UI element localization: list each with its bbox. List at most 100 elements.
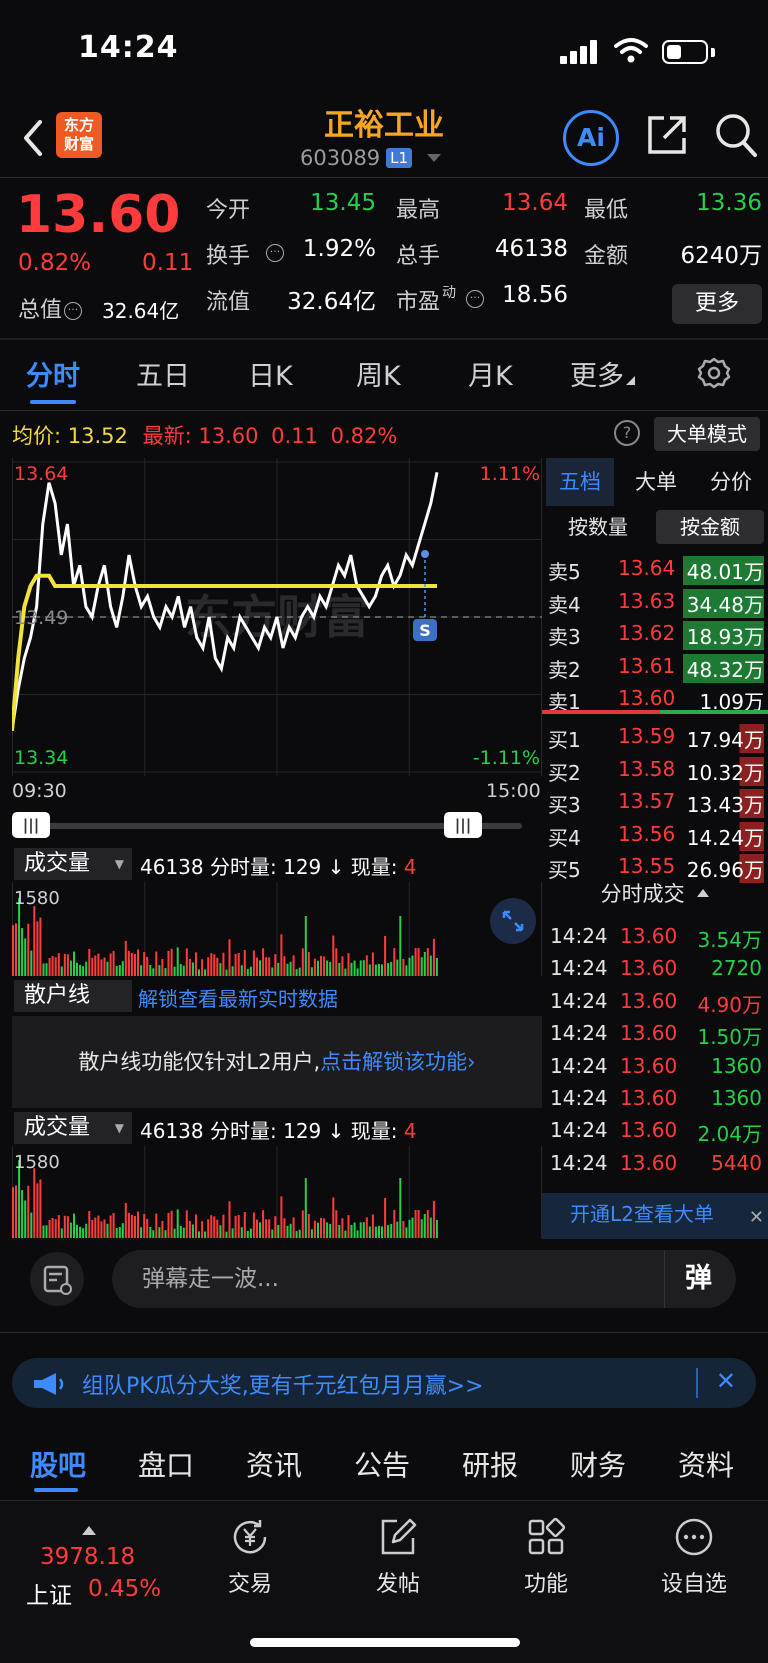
tab-big-orders[interactable]: 大单 xyxy=(622,458,690,506)
tab-price-distribution[interactable]: 分价 xyxy=(696,458,766,506)
bid-row-1[interactable]: 买1 13.59 17.94万 xyxy=(542,720,768,753)
ask-row-1[interactable]: 卖5 13.64 48.01万 xyxy=(542,552,768,585)
search-icon[interactable] xyxy=(714,112,758,158)
nav-add-watchlist[interactable]: 设自选 xyxy=(644,1516,744,1598)
tab-news[interactable]: 资讯 xyxy=(246,1444,302,1484)
close-icon[interactable]: ✕ xyxy=(716,1367,736,1395)
volume-chart[interactable]: 1580 xyxy=(12,882,542,976)
nav-functions[interactable]: 功能 xyxy=(496,1516,596,1598)
index-ticker[interactable]: 3978.18 上证 0.45% xyxy=(22,1520,182,1640)
turnover-info-icon[interactable]: ··· xyxy=(266,244,284,262)
quote-value-2: 13.36 xyxy=(696,190,762,216)
intraday-price-chart[interactable]: 东方财富 13.64 13.49 13.34 1.11% -1.11% S xyxy=(12,458,542,776)
level-price: 13.55 xyxy=(618,854,676,878)
tab-five-day[interactable]: 五日 xyxy=(136,354,190,393)
danmaku-bar: 弹幕走一波... 弹 xyxy=(0,1240,768,1320)
tick-price: 13.60 xyxy=(620,1118,678,1143)
tick-row: 14:24 13.60 5440 xyxy=(542,1147,768,1180)
level-volume: 34.48万 xyxy=(682,588,764,618)
tab-monthly-k[interactable]: 月K xyxy=(468,354,513,393)
volume-bar xyxy=(24,938,27,976)
volume-bar xyxy=(134,1216,136,1238)
tab-five-levels[interactable]: 五档 xyxy=(546,458,614,506)
home-indicator[interactable] xyxy=(250,1638,520,1647)
volume-bar xyxy=(304,1178,307,1238)
expand-icon[interactable] xyxy=(490,898,536,944)
promo-text: 组队PK瓜分大奖,更有千元红包月月赢>> xyxy=(82,1374,484,1399)
retail-lock-message: 散户线功能仅针对L2用户, xyxy=(78,1050,321,1074)
pe-info-icon[interactable]: ··· xyxy=(466,290,484,308)
tab-market-depth[interactable]: 盘口 xyxy=(138,1444,194,1484)
volume-bar xyxy=(207,1219,210,1238)
volume-bar xyxy=(170,1210,173,1238)
quote-value-6: 32.64亿 xyxy=(287,289,376,315)
more-button[interactable]: 更多 xyxy=(672,284,762,324)
tab-intraday[interactable]: 分时 xyxy=(26,354,80,393)
ask-row-3[interactable]: 卖3 13.62 18.93万 xyxy=(542,617,768,650)
help-icon[interactable]: ? xyxy=(614,420,640,446)
volume-bar xyxy=(176,947,179,976)
slider-right-handle[interactable]: ||| xyxy=(444,812,482,838)
bid-row-2[interactable]: 买2 13.58 10.32万 xyxy=(542,753,768,786)
bid-row-4[interactable]: 买4 13.56 14.24万 xyxy=(542,818,768,851)
danmaku-send-button[interactable]: 弹 xyxy=(664,1250,732,1308)
period-tabs: 分时 五日 日K 周K 月K 更多 xyxy=(0,340,768,410)
close-icon[interactable]: ✕ xyxy=(749,1197,764,1239)
edit-icon xyxy=(381,1518,417,1555)
tab-profile[interactable]: 资料 xyxy=(678,1444,734,1484)
ai-button[interactable]: Ai xyxy=(563,110,619,166)
subtab-by-amount[interactable]: 按金额 xyxy=(656,510,764,544)
volume-bar xyxy=(298,967,301,976)
tab-financials[interactable]: 财务 xyxy=(570,1444,626,1484)
tab-daily-k[interactable]: 日K xyxy=(248,354,293,393)
big-order-mode-button[interactable]: 大单模式 xyxy=(654,417,760,451)
nav-post[interactable]: 发帖 xyxy=(348,1516,448,1598)
danmaku-toggle-icon[interactable] xyxy=(30,1252,84,1306)
pct-max-label: 1.11% xyxy=(480,463,540,485)
tick-time: 14:24 xyxy=(550,1053,608,1078)
nav-trade[interactable]: 交易 xyxy=(200,1516,300,1598)
tab-more-periods[interactable]: 更多 xyxy=(570,354,635,393)
tab-announcements[interactable]: 公告 xyxy=(354,1444,410,1484)
nav-functions-label: 功能 xyxy=(523,1572,568,1597)
l2-upgrade-banner[interactable]: 开通L2查看大单 ✕ xyxy=(542,1193,768,1239)
volume-bar xyxy=(106,1223,109,1238)
index-value: 3978.18 xyxy=(40,1544,136,1570)
volume-bar xyxy=(121,961,124,976)
tab-weekly-k[interactable]: 周K xyxy=(356,354,401,393)
tick-price: 13.60 xyxy=(620,1053,678,1078)
gear-icon[interactable] xyxy=(697,356,731,390)
time-range-slider[interactable]: ||| ||| xyxy=(12,812,542,838)
volume-bar xyxy=(374,1226,377,1238)
quote-label-0: 今开 xyxy=(206,198,251,223)
subtab-by-quantity[interactable]: 按数量 xyxy=(546,510,650,544)
share-icon[interactable] xyxy=(646,114,688,156)
tab-research[interactable]: 研报 xyxy=(462,1444,518,1484)
caret-down-icon: ▼ xyxy=(114,1121,124,1135)
ask-row-4[interactable]: 卖2 13.61 48.32万 xyxy=(542,650,768,683)
tick-time: 14:24 xyxy=(550,1118,608,1143)
volume-bar xyxy=(280,1196,283,1238)
volume-bar xyxy=(195,952,197,976)
volume-indicator-select[interactable]: 成交量 ▼ xyxy=(14,848,132,880)
ask-row-2[interactable]: 卖4 13.63 34.48万 xyxy=(542,585,768,618)
info-icon[interactable]: ··· xyxy=(64,302,83,320)
danmaku-input[interactable]: 弹幕走一波... xyxy=(112,1250,736,1308)
tick-price: 13.60 xyxy=(620,1150,678,1175)
slider-left-handle[interactable]: ||| xyxy=(12,812,50,838)
stock-code-selector[interactable]: 603089 L1 xyxy=(300,146,441,170)
tick-header[interactable]: 分时成交 xyxy=(542,878,768,914)
total-mktcap-label[interactable]: 总值 ··· xyxy=(18,292,83,324)
bid-row-3[interactable]: 买3 13.57 13.43万 xyxy=(542,785,768,818)
volume-chart-2[interactable]: 1580 xyxy=(12,1146,542,1238)
volume-bar xyxy=(188,1221,191,1238)
volume-bar xyxy=(12,1187,14,1238)
promo-banner[interactable]: 组队PK瓜分大奖,更有千元红包月月赢>> ✕ xyxy=(12,1358,756,1408)
retail-unlock-action[interactable]: 点击解锁该功能› xyxy=(320,1050,475,1074)
tick-price: 13.60 xyxy=(620,1021,678,1046)
volume-bar xyxy=(353,960,356,976)
tab-forum[interactable]: 股吧 xyxy=(30,1444,86,1484)
retail-unlock-link[interactable]: 解锁查看最新实时数据 xyxy=(138,983,338,1012)
volume-bar xyxy=(237,1215,240,1238)
volume-indicator-select-2[interactable]: 成交量 ▼ xyxy=(14,1112,132,1144)
